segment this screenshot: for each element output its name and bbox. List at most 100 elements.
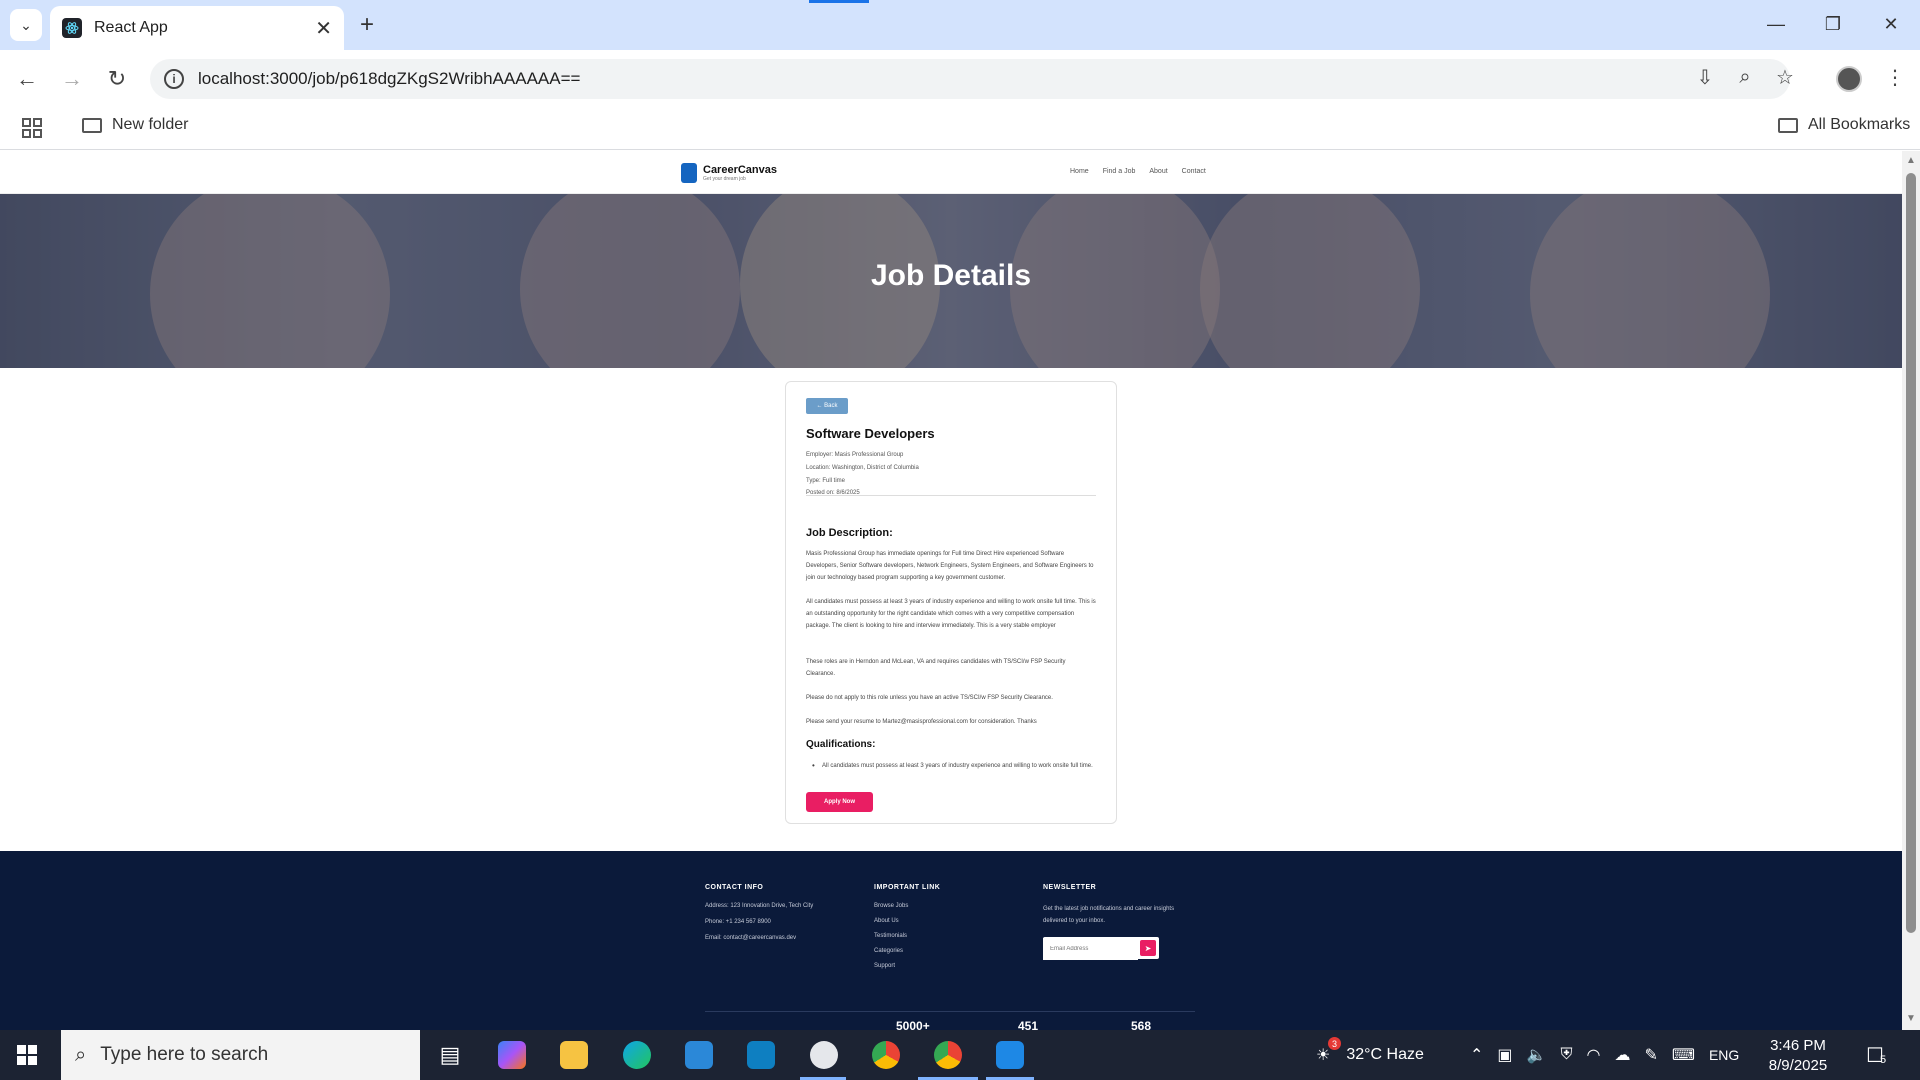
- onedrive-icon[interactable]: ☁: [1614, 1045, 1630, 1065]
- page-scrollbar[interactable]: ▲ ▼: [1902, 151, 1920, 1030]
- scrollbar-thumb[interactable]: [1906, 173, 1916, 933]
- language-indicator[interactable]: ENG: [1709, 1047, 1739, 1063]
- copilot-icon[interactable]: [494, 1038, 530, 1072]
- qualification-item: All candidates must possess at least 3 y…: [812, 760, 1096, 772]
- footer-link-browse-jobs[interactable]: Browse Jobs: [874, 903, 940, 909]
- taskbar-clock[interactable]: 3:46 PM 8/9/2025: [1758, 1036, 1838, 1076]
- scroll-down-icon[interactable]: ▼: [1906, 1013, 1916, 1024]
- footer-newsletter: NEWSLETTER Get the latest job notificati…: [1043, 884, 1193, 960]
- footer-links: IMPORTANT LINK Browse Jobs About Us Test…: [874, 884, 940, 978]
- footer-link-testimonials[interactable]: Testimonials: [874, 933, 940, 939]
- bookmarks-bar: New folder All Bookmarks: [0, 108, 1920, 150]
- minimize-button[interactable]: —: [1756, 8, 1796, 40]
- footer-contact-heading: CONTACT INFO: [705, 884, 764, 891]
- bookmark-star-icon[interactable]: ☆: [1770, 62, 1800, 92]
- nav-contact[interactable]: Contact: [1182, 168, 1206, 175]
- nav-find-job[interactable]: Find a Job: [1103, 168, 1136, 175]
- new-tab-button[interactable]: +: [352, 10, 382, 40]
- nav-about[interactable]: About: [1149, 168, 1167, 175]
- browser-menu-icon[interactable]: ⋮: [1880, 62, 1910, 92]
- zoom-icon[interactable]: ⌕: [1730, 62, 1760, 92]
- weather-text: 32°C Haze: [1346, 1046, 1424, 1063]
- app-icon[interactable]: [743, 1038, 779, 1072]
- nav-home[interactable]: Home: [1070, 168, 1089, 175]
- install-app-icon[interactable]: ⇩: [1690, 62, 1720, 92]
- edge-icon[interactable]: [619, 1038, 655, 1072]
- folder-icon: [1778, 117, 1798, 133]
- footer-contact: CONTACT INFO Address: 123 Innovation Dri…: [705, 884, 813, 951]
- meet-icon[interactable]: ▣: [1497, 1045, 1512, 1065]
- react-favicon-icon: [62, 18, 82, 38]
- profile-avatar[interactable]: [1836, 66, 1862, 92]
- newsletter-text: Get the latest job notifications and car…: [1043, 906, 1175, 924]
- task-view-icon[interactable]: ▤: [432, 1038, 468, 1072]
- all-bookmarks[interactable]: All Bookmarks: [1778, 116, 1910, 134]
- tab-strip: ⌄ React App ✕ + — ❐ ✕: [0, 0, 1920, 50]
- all-bookmarks-label: All Bookmarks: [1808, 116, 1911, 133]
- newsletter-email-input[interactable]: [1043, 938, 1138, 960]
- address-bar[interactable]: i localhost:3000/job/p618dgZKgS2WribhAAA…: [150, 59, 1790, 99]
- folder-icon: [82, 117, 102, 133]
- weather-icon: ☀ 3: [1316, 1037, 1341, 1065]
- close-window-button[interactable]: ✕: [1871, 8, 1911, 40]
- keyboard-icon[interactable]: ⌨: [1672, 1045, 1695, 1065]
- show-hidden-icons[interactable]: ⌃: [1470, 1045, 1483, 1065]
- reload-icon[interactable]: ↻: [102, 64, 132, 94]
- network-icon[interactable]: ◠: [1586, 1045, 1600, 1065]
- file-explorer-icon[interactable]: [556, 1038, 592, 1072]
- paint-icon[interactable]: [806, 1038, 842, 1072]
- footer-links-heading: IMPORTANT LINK: [874, 884, 941, 891]
- job-details-card: ← Back Software Developers Employer: Mas…: [785, 381, 1117, 824]
- back-icon[interactable]: ←: [12, 64, 42, 94]
- page-title: Job Details: [870, 259, 1032, 292]
- mail-icon[interactable]: [681, 1038, 717, 1072]
- clock-time: 3:46 PM: [1770, 1037, 1826, 1054]
- restore-button[interactable]: ❐: [1813, 8, 1853, 40]
- forward-icon[interactable]: →: [57, 64, 87, 94]
- footer-email: Email: contact@careercanvas.dev: [705, 935, 797, 941]
- windows-start-icon[interactable]: [17, 1045, 37, 1065]
- logo-icon: [681, 163, 697, 183]
- chrome-profile-icon[interactable]: [930, 1038, 966, 1072]
- clock-date: 8/9/2025: [1768, 1057, 1828, 1074]
- back-button[interactable]: ← Back: [806, 398, 848, 414]
- newsletter-heading: NEWSLETTER: [1043, 884, 1097, 891]
- footer-address: Address: 123 Innovation Drive, Tech City: [705, 903, 814, 909]
- browser-toolbar: ← → ↻ i localhost:3000/job/p618dgZKgS2Wr…: [0, 50, 1920, 108]
- footer-phone: Phone: +1 234 567 8900: [705, 919, 771, 925]
- pen-icon[interactable]: ✎: [1644, 1045, 1657, 1065]
- browser-tab[interactable]: React App ✕: [50, 6, 344, 50]
- tab-close-icon[interactable]: ✕: [315, 16, 332, 41]
- job-type: Type: Full time: [806, 478, 846, 484]
- taskbar-search[interactable]: ⌕ Type here to search: [61, 1030, 420, 1080]
- volume-icon[interactable]: 🔈: [1527, 1045, 1547, 1065]
- job-location: Location: Washington, District of Columb…: [806, 465, 919, 471]
- bookmark-folder[interactable]: New folder: [82, 116, 188, 134]
- footer-link-about[interactable]: About Us: [874, 918, 940, 924]
- vscode-icon[interactable]: [992, 1038, 1028, 1072]
- site-logo[interactable]: CareerCanvas Get your dream job: [681, 163, 777, 183]
- footer-link-support[interactable]: Support: [874, 963, 940, 969]
- security-icon[interactable]: ⛨: [1560, 1046, 1572, 1064]
- brand-tagline: Get your dream job: [703, 175, 746, 182]
- apps-grid-icon[interactable]: [22, 118, 42, 138]
- description-paragraph: Masis Professional Group has immediate o…: [806, 551, 1094, 581]
- footer-link-categories[interactable]: Categories: [874, 948, 940, 954]
- job-title: Software Developers: [806, 426, 935, 441]
- scroll-up-icon[interactable]: ▲: [1906, 155, 1916, 166]
- send-icon[interactable]: ➤: [1140, 940, 1156, 956]
- search-icon: ⌕: [75, 1043, 87, 1066]
- url-text[interactable]: localhost:3000/job/p618dgZKgS2WribhAAAAA…: [198, 69, 580, 89]
- site-footer: CONTACT INFO Address: 123 Innovation Dri…: [0, 851, 1902, 1030]
- bookmark-folder-label: New folder: [112, 116, 189, 133]
- tab-search-button[interactable]: ⌄: [10, 9, 42, 41]
- notifications-icon[interactable]: ☐ 5: [1866, 1030, 1886, 1080]
- apply-now-button[interactable]: Apply Now: [806, 792, 873, 812]
- stat-value: 451: [1018, 1019, 1039, 1030]
- weather-widget[interactable]: ☀ 3 32°C Haze: [1316, 1030, 1424, 1080]
- page-viewport: CareerCanvas Get your dream job Home Fin…: [0, 151, 1902, 1030]
- description-paragraph: Please do not apply to this role unless …: [806, 695, 1053, 701]
- site-header: CareerCanvas Get your dream job Home Fin…: [0, 151, 1902, 194]
- site-info-icon[interactable]: i: [164, 69, 184, 89]
- chrome-icon[interactable]: [868, 1038, 904, 1072]
